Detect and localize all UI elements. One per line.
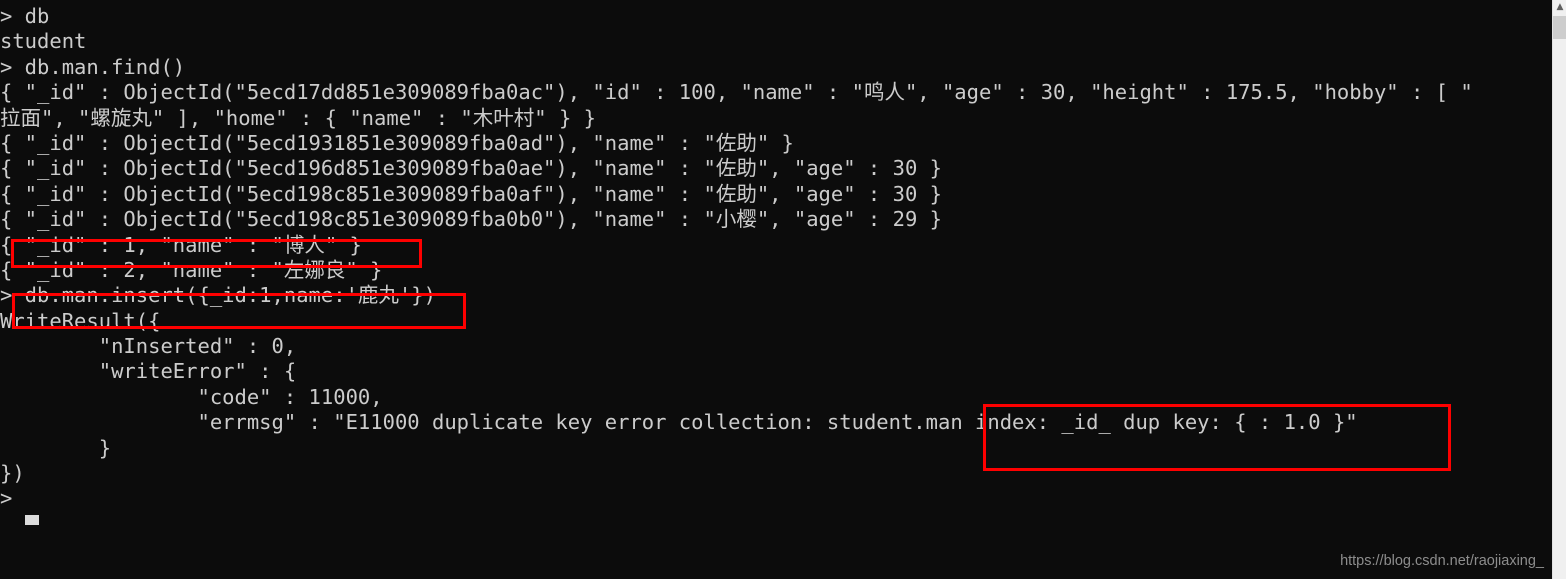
terminal-cursor: [25, 515, 39, 525]
terminal-console-output[interactable]: > db student > db.man.find() { "_id" : O…: [0, 0, 1552, 579]
terminal-line: "writeError" : {: [0, 359, 297, 384]
terminal-line: > db.man.find(): [0, 54, 186, 79]
terminal-prompt-line: >: [0, 486, 13, 511]
terminal-line: { "_id" : ObjectId("5ecd17dd851e309089fb…: [0, 80, 1473, 105]
terminal-line: }: [0, 435, 112, 460]
scroll-up-arrow-icon[interactable]: ▲: [1553, 0, 1566, 14]
terminal-line: "errmsg" : "E11000 duplicate key error c…: [0, 410, 1358, 435]
terminal-line: WriteResult({: [0, 308, 161, 333]
vertical-scrollbar[interactable]: ▲: [1552, 0, 1566, 579]
terminal-line: { "_id" : ObjectId("5ecd1931851e309089fb…: [0, 130, 794, 155]
scrollbar-thumb[interactable]: [1553, 16, 1566, 39]
terminal-line: "code" : 11000,: [0, 384, 383, 409]
terminal-line: { "_id" : ObjectId("5ecd198c851e309089fb…: [0, 181, 942, 206]
terminal-line: { "_id" : ObjectId("5ecd198c851e309089fb…: [0, 207, 942, 232]
terminal-line: > db.man.insert({_id:1,name:'鹿丸'}): [0, 283, 436, 308]
terminal-line: 拉面", "螺旋丸" ], "home" : { "name" : "木叶村" …: [0, 105, 596, 130]
terminal-window: > db student > db.man.find() { "_id" : O…: [0, 0, 1566, 579]
terminal-line: > db: [0, 4, 50, 28]
terminal-line: { "_id" : 1, "name" : "博人" }: [0, 232, 362, 257]
terminal-line: { "_id" : 2, "name" : "左娜良" }: [0, 257, 383, 282]
watermark-text: https://blog.csdn.net/raojiaxing_: [1340, 553, 1544, 569]
terminal-line: { "_id" : ObjectId("5ecd196d851e309089fb…: [0, 156, 942, 181]
terminal-line: "nInserted" : 0,: [0, 334, 297, 359]
terminal-line: student: [0, 29, 87, 54]
terminal-line: }): [0, 461, 25, 486]
